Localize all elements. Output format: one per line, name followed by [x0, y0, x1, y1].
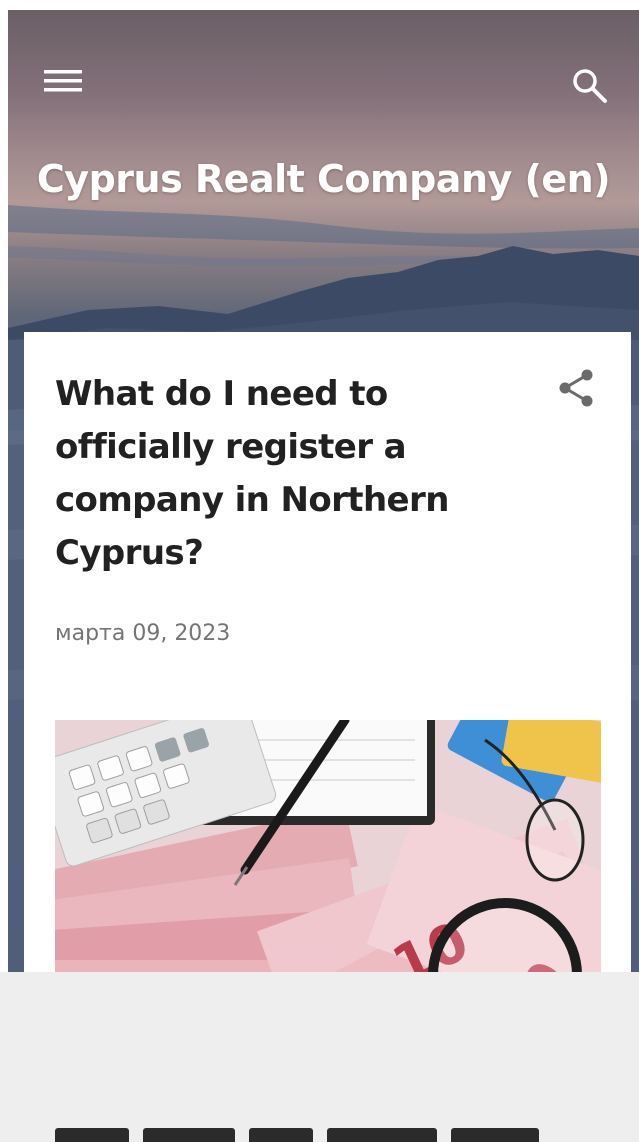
search-icon [573, 69, 607, 103]
search-button[interactable] [570, 66, 610, 106]
post-date: марта 09, 2023 [55, 621, 231, 646]
menu-button[interactable] [44, 66, 84, 96]
blog-title-link[interactable]: Cyprus Realt Company (en) [8, 154, 639, 204]
menu-icon [44, 70, 82, 92]
post-title[interactable]: What do I need to officially register a … [55, 368, 535, 580]
share-icon [559, 369, 593, 407]
page-background-lower [0, 972, 639, 1142]
share-button[interactable] [556, 368, 596, 408]
post-snippet-preview [55, 1128, 575, 1142]
blog-page: Cyprus Realt Company (en) What do I need… [0, 0, 639, 1142]
